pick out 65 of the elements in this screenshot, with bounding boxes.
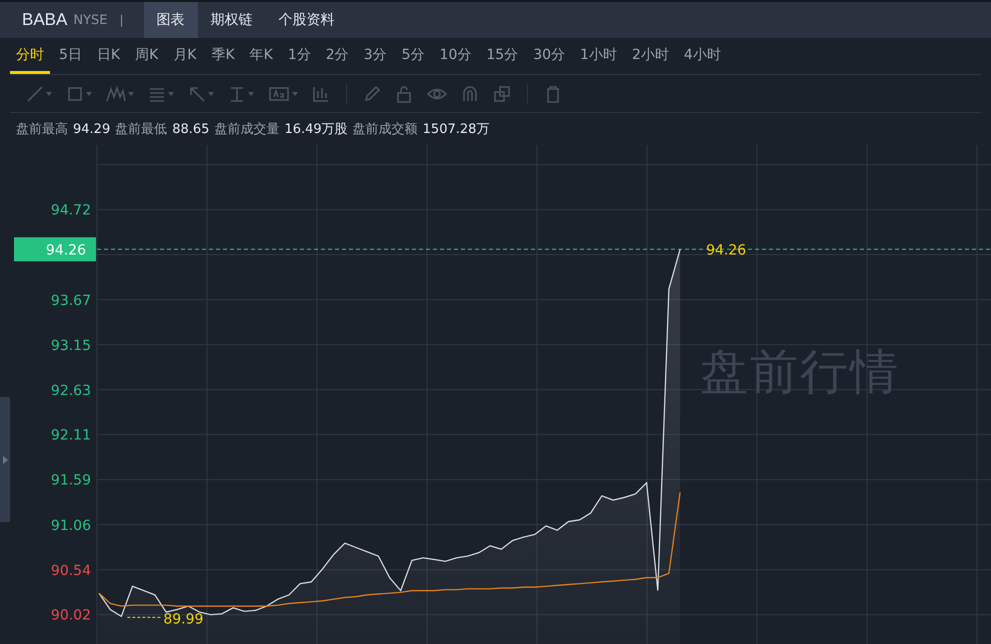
line-tool-icon: [26, 84, 44, 102]
axis-tick-label: 94.72: [50, 202, 91, 219]
axis-tick-label: 90.02: [50, 608, 91, 624]
layers-icon: [493, 84, 511, 102]
stat-value: 88.65: [172, 122, 210, 136]
text-tool-icon: [268, 84, 290, 102]
period-tab[interactable]: 4小时: [678, 38, 727, 74]
period-tab[interactable]: 2分: [320, 38, 355, 74]
axis-tick-label: 92.63: [50, 382, 91, 399]
price-tag: 94.26: [14, 237, 96, 262]
axis-tick-label: 91.59: [50, 472, 91, 488]
axis-tick-label: 91.06: [50, 518, 91, 534]
annotation: 89.99: [163, 611, 204, 628]
stat-value: 1507.28万: [422, 121, 490, 138]
stat-label: 盘前成交额: [352, 121, 418, 138]
stat-label: 盘前最高: [16, 121, 68, 138]
magnet-icon: [461, 84, 479, 102]
period-tab[interactable]: 10分: [434, 38, 478, 74]
caret-icon: [292, 92, 298, 96]
expand-icon: [2, 456, 8, 464]
period-tab[interactable]: 周K: [129, 38, 164, 74]
period-tab[interactable]: 季K: [205, 38, 241, 74]
period-tab[interactable]: 5日: [53, 38, 88, 74]
header-tab[interactable]: 期权链: [198, 2, 266, 38]
separator: |: [120, 13, 124, 27]
stat-label: 盘前最低: [115, 121, 168, 138]
period-tab[interactable]: 日K: [90, 38, 126, 74]
stat-label: 盘前成交量: [214, 121, 280, 138]
period-tab[interactable]: 年K: [244, 38, 279, 74]
caret-icon: [168, 92, 174, 96]
period-tab[interactable]: 分时: [10, 38, 50, 74]
caret-icon: [208, 92, 214, 96]
measure-tool-icon: [228, 84, 246, 102]
axis-tick-label: 90.54: [50, 562, 91, 579]
pencil-icon: [363, 84, 381, 102]
side-panel-handle[interactable]: [0, 397, 10, 522]
caret-icon: [248, 92, 254, 96]
unlock-icon: [395, 84, 413, 102]
axis-tick-label: 93.67: [50, 293, 91, 310]
stat-value: 16.49万股: [284, 121, 348, 138]
axis-tick-label: 92.11: [50, 428, 91, 444]
indicator-icon: [312, 84, 330, 102]
period-tab[interactable]: 2小时: [626, 38, 675, 74]
period-tab[interactable]: 1小时: [574, 38, 623, 74]
zigzag-tool-icon: [106, 84, 126, 102]
trash-icon: [544, 84, 562, 102]
caret-icon: [86, 92, 92, 96]
period-tab[interactable]: 15分: [480, 38, 524, 74]
last-price-label: 94.26: [706, 242, 746, 258]
arrow-tool-icon: [188, 84, 206, 102]
period-tab[interactable]: 月K: [167, 38, 202, 74]
caret-icon: [46, 92, 52, 96]
period-tab[interactable]: 1分: [282, 38, 317, 74]
rectangle-tool-icon: [66, 84, 84, 102]
header-tab[interactable]: 图表: [144, 2, 198, 38]
ref-line-label: 94.26: [46, 242, 86, 258]
header-tab[interactable]: 个股资料: [266, 2, 348, 38]
stock-symbol: BABA: [22, 10, 68, 30]
exchange-label: NYSE: [73, 12, 108, 28]
period-tab[interactable]: 30分: [527, 38, 572, 74]
caret-icon: [128, 92, 134, 96]
axis-tick-label: 93.15: [50, 338, 91, 354]
period-tab[interactable]: 3分: [358, 38, 393, 74]
period-tab[interactable]: 5分: [396, 38, 431, 74]
stat-value: 94.29: [73, 122, 110, 136]
